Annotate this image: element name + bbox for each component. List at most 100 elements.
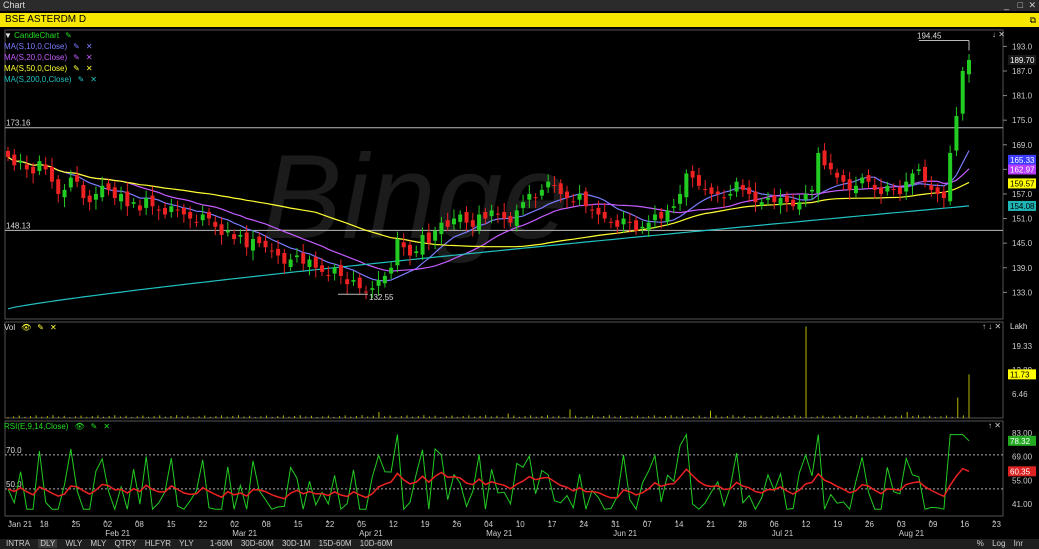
vol-panel-tools[interactable]: ↑ ↓ ✕ bbox=[982, 322, 1001, 331]
candle-body bbox=[269, 250, 274, 252]
candle-body bbox=[364, 291, 369, 293]
intraday-1-60m[interactable]: 1-60M bbox=[210, 539, 233, 548]
pencil-icon[interactable]: ✎ bbox=[78, 75, 85, 84]
log-toggle[interactable]: Log bbox=[992, 539, 1005, 548]
pencil-icon[interactable]: ✎ bbox=[91, 422, 98, 431]
period-mly[interactable]: MLY bbox=[90, 539, 106, 548]
window-titlebar: Chart _ □ ✕ bbox=[0, 0, 1039, 11]
candle-body bbox=[43, 164, 48, 170]
candle-body bbox=[596, 207, 601, 215]
candle-body bbox=[313, 257, 318, 268]
minimize-icon[interactable]: _ bbox=[1004, 0, 1009, 11]
candle-body bbox=[477, 214, 482, 231]
legend-ma10[interactable]: MA(S,10,0,Close) ✎ ✕ bbox=[4, 41, 97, 52]
x-tick-label: 12 bbox=[389, 520, 398, 529]
candle-body bbox=[181, 207, 186, 215]
x-tick-label: 19 bbox=[421, 520, 430, 529]
candle-body bbox=[31, 166, 36, 174]
legend-label: MA(S,20,0,Close) bbox=[4, 53, 68, 62]
candle-body bbox=[916, 169, 921, 172]
volume-panel-frame bbox=[4, 321, 1004, 419]
candle-body bbox=[301, 253, 306, 264]
maximize-icon[interactable]: □ bbox=[1018, 0, 1023, 11]
intraday-10d-60m[interactable]: 10D-60M bbox=[360, 539, 393, 548]
eye-icon[interactable]: 👁 bbox=[74, 422, 84, 431]
legend-ma200[interactable]: MA(S,200,0,Close) ✎ ✕ bbox=[4, 74, 97, 85]
candle-body bbox=[740, 184, 745, 190]
candle-body bbox=[885, 185, 890, 192]
pencil-icon[interactable]: ✎ bbox=[73, 53, 80, 62]
candle-body bbox=[722, 197, 727, 199]
candle-body bbox=[828, 162, 833, 170]
period-qtry[interactable]: QTRY bbox=[115, 539, 137, 548]
rsi-panel-tools[interactable]: ↑ ✕ bbox=[988, 421, 1001, 430]
x-tick-label: 17 bbox=[548, 520, 557, 529]
pencil-icon[interactable]: ✎ bbox=[73, 42, 80, 51]
eye-icon[interactable]: 👁 bbox=[21, 323, 31, 332]
remove-icon[interactable]: ✕ bbox=[86, 64, 93, 73]
window-title: Chart bbox=[3, 0, 26, 10]
candle-body bbox=[872, 184, 877, 190]
pencil-icon[interactable]: ✎ bbox=[65, 31, 72, 40]
candle-body bbox=[194, 221, 199, 223]
period-wly[interactable]: WLY bbox=[65, 539, 82, 548]
pencil-icon[interactable]: ✎ bbox=[37, 323, 44, 332]
remove-icon[interactable]: ✕ bbox=[103, 422, 110, 431]
legend-label: Vol bbox=[4, 323, 16, 332]
period-intra[interactable]: INTRA bbox=[6, 539, 30, 548]
candle-body bbox=[709, 187, 714, 194]
legend-label: RSI(E,9,14,Close) bbox=[4, 422, 69, 431]
candle-body bbox=[150, 195, 155, 207]
x-tick-label: 24 bbox=[579, 520, 588, 529]
candle-body bbox=[75, 175, 80, 182]
close-icon[interactable]: ✕ bbox=[1028, 0, 1036, 11]
period-dly[interactable]: DLY bbox=[38, 539, 58, 548]
candle-body bbox=[646, 222, 651, 231]
candle-body bbox=[539, 189, 544, 196]
candle-body bbox=[897, 187, 902, 194]
y-tick-label: 169.0 bbox=[1012, 141, 1033, 150]
intraday-30d-1m[interactable]: 30D-1M bbox=[282, 539, 310, 548]
x-tick-label: 15 bbox=[294, 520, 303, 529]
legend-candlechart[interactable]: ▼ CandleChart ✎ bbox=[4, 30, 97, 41]
legend-ma20[interactable]: MA(S,20,0,Close) ✎ ✕ bbox=[4, 52, 97, 63]
vol-legend[interactable]: Vol 👁 ✎ ✕ bbox=[4, 322, 57, 333]
candle-body bbox=[879, 187, 884, 194]
remove-icon[interactable]: ✕ bbox=[50, 323, 57, 332]
candle-body bbox=[219, 224, 224, 235]
pin-icon[interactable]: ⧉ bbox=[1030, 13, 1036, 27]
period-hlfyr[interactable]: HLFYR bbox=[145, 539, 171, 548]
inr-toggle[interactable]: Inr bbox=[1014, 539, 1023, 548]
rsi-y-tick: 69.00 bbox=[1012, 453, 1033, 462]
pencil-icon[interactable]: ✎ bbox=[73, 64, 80, 73]
remove-icon[interactable]: ✕ bbox=[86, 53, 93, 62]
rsi-level-label: 70.0 bbox=[6, 446, 22, 455]
price-label: 165.33 bbox=[1010, 156, 1035, 165]
legend-ma50[interactable]: MA(S,50,0,Close) ✎ ✕ bbox=[4, 63, 97, 74]
candle-body bbox=[119, 193, 124, 202]
intraday-30d-60m[interactable]: 30D-60M bbox=[241, 539, 274, 548]
candle-body bbox=[188, 212, 193, 219]
main-panel-tools[interactable]: ↓ ✕ bbox=[992, 30, 1005, 39]
period-yly[interactable]: YLY bbox=[179, 539, 194, 548]
price-label: 159.57 bbox=[1010, 179, 1035, 188]
candle-body bbox=[948, 152, 953, 202]
candle-body bbox=[307, 259, 312, 267]
remove-icon[interactable]: ✕ bbox=[86, 42, 93, 51]
chart-canvas[interactable]: Binge173.16148.13193.0187.0181.0175.0169… bbox=[0, 27, 1039, 539]
candle-body bbox=[288, 259, 293, 267]
remove-icon[interactable]: ✕ bbox=[90, 75, 97, 84]
percent-toggle[interactable]: % bbox=[977, 539, 984, 548]
candle-body bbox=[904, 181, 909, 192]
rsi-legend[interactable]: RSI(E,9,14,Close) 👁 ✎ ✕ bbox=[4, 421, 110, 432]
candle-body bbox=[608, 221, 613, 223]
y-tick-label: 157.0 bbox=[1012, 190, 1033, 199]
candle-body bbox=[703, 189, 708, 191]
intraday-15d-60m[interactable]: 15D-60M bbox=[319, 539, 352, 548]
candle-body bbox=[546, 181, 551, 188]
annotation-high: 194.45 bbox=[917, 31, 942, 40]
x-tick-label: 03 bbox=[897, 520, 906, 529]
annotation-low: 132.55 bbox=[369, 293, 394, 302]
candle-body bbox=[357, 277, 362, 289]
x-tick-label: 07 bbox=[643, 520, 652, 529]
